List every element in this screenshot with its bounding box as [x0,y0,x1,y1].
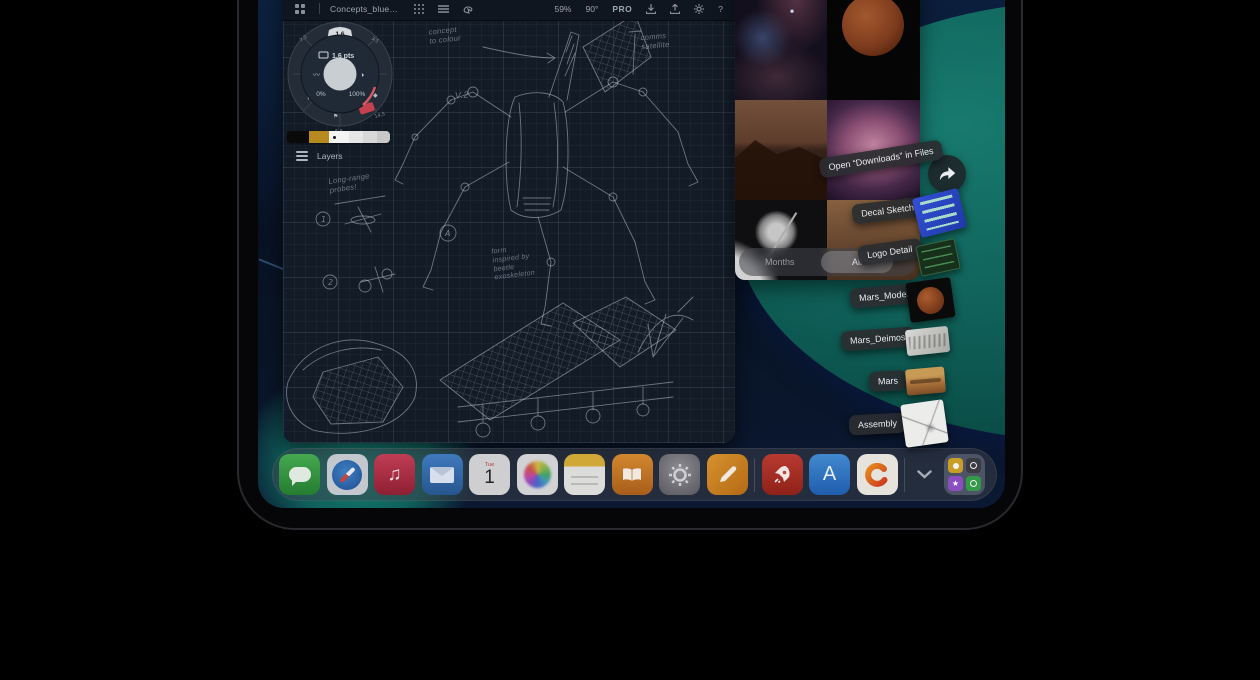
help-button[interactable]: ? [718,4,723,14]
chevron-down-icon [917,470,932,479]
dock-notes-app[interactable] [564,454,605,495]
opacity-min: 0% [316,91,326,98]
dock-calendar-app[interactable]: Tue 1 [469,454,510,495]
swatch-white[interactable] [329,131,349,143]
svg-text:⚑: ⚑ [333,113,338,120]
selection-tool-icon[interactable] [463,4,473,14]
rocket-icon [771,464,793,486]
tool-wheel[interactable]: ∿ ✒ ◆ Ab ⚑ 1.6 1.6 pts [283,12,403,137]
dock-settings-app[interactable] [659,454,700,495]
swatch-gold[interactable] [309,131,329,143]
layers-label: Layers [317,151,343,161]
svg-text:◑: ◑ [360,72,364,79]
pen-icon [715,463,739,487]
tips-mini-icon [948,458,963,473]
drag-thumb-mars-painting[interactable] [905,366,946,395]
layers-stack-icon[interactable] [438,4,449,14]
pro-badge[interactable]: PRO [612,4,632,14]
star-mini-icon: ★ [948,476,963,491]
annotation-satellite: comms satellite [640,31,670,52]
dock-mail-app[interactable] [422,454,463,495]
app-library-grid-icon: ★ [948,458,981,491]
drag-thumb-mars-deimos[interactable] [905,326,950,356]
dock-concepts-app[interactable] [857,454,898,495]
notes-line-icon [571,476,598,478]
concepts-c-swirl-icon [863,461,891,489]
drag-item-label[interactable]: Assembly [849,413,907,436]
drag-item-label[interactable]: Mars [869,370,908,392]
notes-line-icon [571,483,598,485]
dock-books-app[interactable] [612,454,653,495]
rotation-angle[interactable]: 90° [585,4,598,14]
dock-music-app[interactable]: ♫ [374,454,415,495]
camera-mini-icon [966,458,981,473]
export-share-icon[interactable] [670,4,680,14]
dock-messages-app[interactable] [279,454,320,495]
annotation-color-note: concept to colour [428,24,461,46]
dock-photos-app[interactable] [517,454,558,495]
music-note-icon: ♫ [387,464,401,486]
open-book-icon [621,466,643,484]
ipad-screen: 1 2 A concept to colour V.2 comms satell… [258,0,1005,508]
envelope-icon [430,467,454,483]
swatch-gray-2[interactable] [363,131,377,143]
swatch-black[interactable] [287,131,309,143]
dock-rocket-app[interactable] [762,454,803,495]
photo-grid [735,0,920,280]
calendar-day: 1 [484,469,495,487]
zoom-level[interactable]: 59% [554,4,571,14]
dock: ♫ Tue 1 A [272,448,997,501]
color-swatch-strip[interactable] [287,131,390,143]
probe-1-number: 1 [321,215,326,224]
compass-icon [332,460,362,490]
dock-divider [904,458,905,492]
segment-months[interactable]: Months [765,248,795,276]
photos-app-window: Months All [735,0,920,280]
appstore-a-icon: A [823,463,836,486]
probe-2-number: 2 [328,278,333,287]
dock-sketch-app[interactable] [707,454,748,495]
photo-mars-butte[interactable] [735,100,827,200]
drag-thumb-assembly[interactable] [900,399,949,448]
drag-thumb-mars-model[interactable] [905,277,955,323]
settings-gear-icon[interactable] [694,4,704,14]
import-icon[interactable] [646,4,656,14]
dock-appstore-app[interactable]: A [809,454,850,495]
forward-arrow-icon [936,163,958,185]
opacity-max: 100% [349,91,366,98]
layers-button[interactable]: Layers [296,151,343,161]
chat-bubble-icon [289,467,311,482]
layers-menu-icon [296,155,308,157]
annotation-version: V.2 [455,90,470,102]
dock-app-library[interactable]: ★ [944,454,985,495]
active-swatch-dot [333,136,336,139]
photos-flower-icon [524,461,551,488]
dock-divider [754,458,755,492]
photo-horsehead-nebula[interactable] [735,0,827,100]
dock-collapse-chevron[interactable] [912,454,938,495]
svg-text:〰: 〰 [313,72,320,79]
annotation-beetle: form inspired by beetle exoskeleton [491,244,536,284]
page: 1 2 A concept to colour V.2 comms satell… [0,0,1260,680]
marker-a: A [444,229,450,238]
precision-grid-icon[interactable] [414,4,424,14]
gear-icon [668,463,692,487]
wheel-num-tag: 14.5 [374,111,386,120]
swatch-gray-1[interactable] [349,131,363,143]
photo-mars-globe[interactable] [827,0,920,100]
dock-safari-app[interactable] [327,454,368,495]
timer-mini-icon [966,476,981,491]
concepts-app-window: 1 2 A concept to colour V.2 comms satell… [283,0,735,443]
swatch-gray-3[interactable] [377,131,390,143]
